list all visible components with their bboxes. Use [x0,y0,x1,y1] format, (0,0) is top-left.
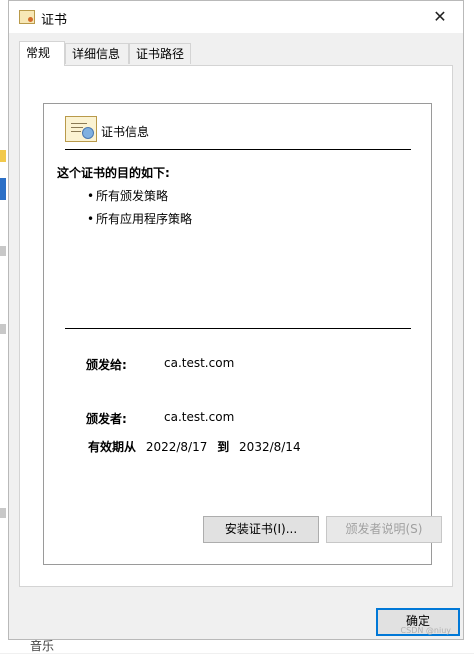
purpose-text: 所有颁发策略 [96,189,169,203]
window-title: 证书 [41,13,68,28]
certificate-info-box: 证书信息 这个证书的目的如下: • 所有颁发策略 • 所有应用程序策略 颁发给: c… [43,103,432,565]
valid-from-label: 有效期从 [88,440,137,454]
tab-details[interactable]: 详细信息 [65,43,129,64]
issued-to-value: ca.test.com [164,356,235,370]
validity-period: 有效期从 2022/8/17 到 2032/8/14 [88,438,307,455]
list-item: • 所有颁发策略 [87,188,192,211]
bullet: • [87,189,95,203]
certificate-info-icon [65,116,97,142]
certificate-icon [19,10,35,24]
watermark: CSDN @niuy [400,626,451,635]
certificate-dialog: 证书 ✕ 常规 详细信息 证书路径 证书信息 这个证书的目的如下: • 所有颁发策… [8,0,464,640]
divider [65,149,411,150]
title-bar: 证书 ✕ [9,1,463,33]
tab-general[interactable]: 常规 [19,41,65,66]
purpose-list: • 所有颁发策略 • 所有应用程序策略 [87,188,192,234]
bullet: • [87,212,95,226]
purpose-text: 所有应用程序策略 [96,212,193,226]
tab-certification-path[interactable]: 证书路径 [129,43,191,64]
issued-to-label: 颁发给: [86,358,127,372]
valid-to-label: 到 [217,440,230,454]
general-tab-panel: 证书信息 这个证书的目的如下: • 所有颁发策略 • 所有应用程序策略 颁发给: c… [19,65,453,587]
valid-to-value: 2032/8/14 [239,440,301,454]
close-button[interactable]: ✕ [423,3,457,31]
issued-by-value: ca.test.com [164,410,235,424]
issued-by-label: 颁发者: [86,412,127,426]
certificate-info-heading: 证书信息 [101,125,150,139]
background-window-left [0,0,8,653]
divider [65,328,411,329]
install-certificate-button[interactable]: 安装证书(I)... [203,516,319,543]
list-item: • 所有应用程序策略 [87,211,192,234]
valid-from-value: 2022/8/17 [145,440,208,454]
issuer-statement-button[interactable]: 颁发者说明(S) [326,516,442,543]
background-window-right [464,0,474,653]
purpose-title: 这个证书的目的如下: [57,166,170,180]
